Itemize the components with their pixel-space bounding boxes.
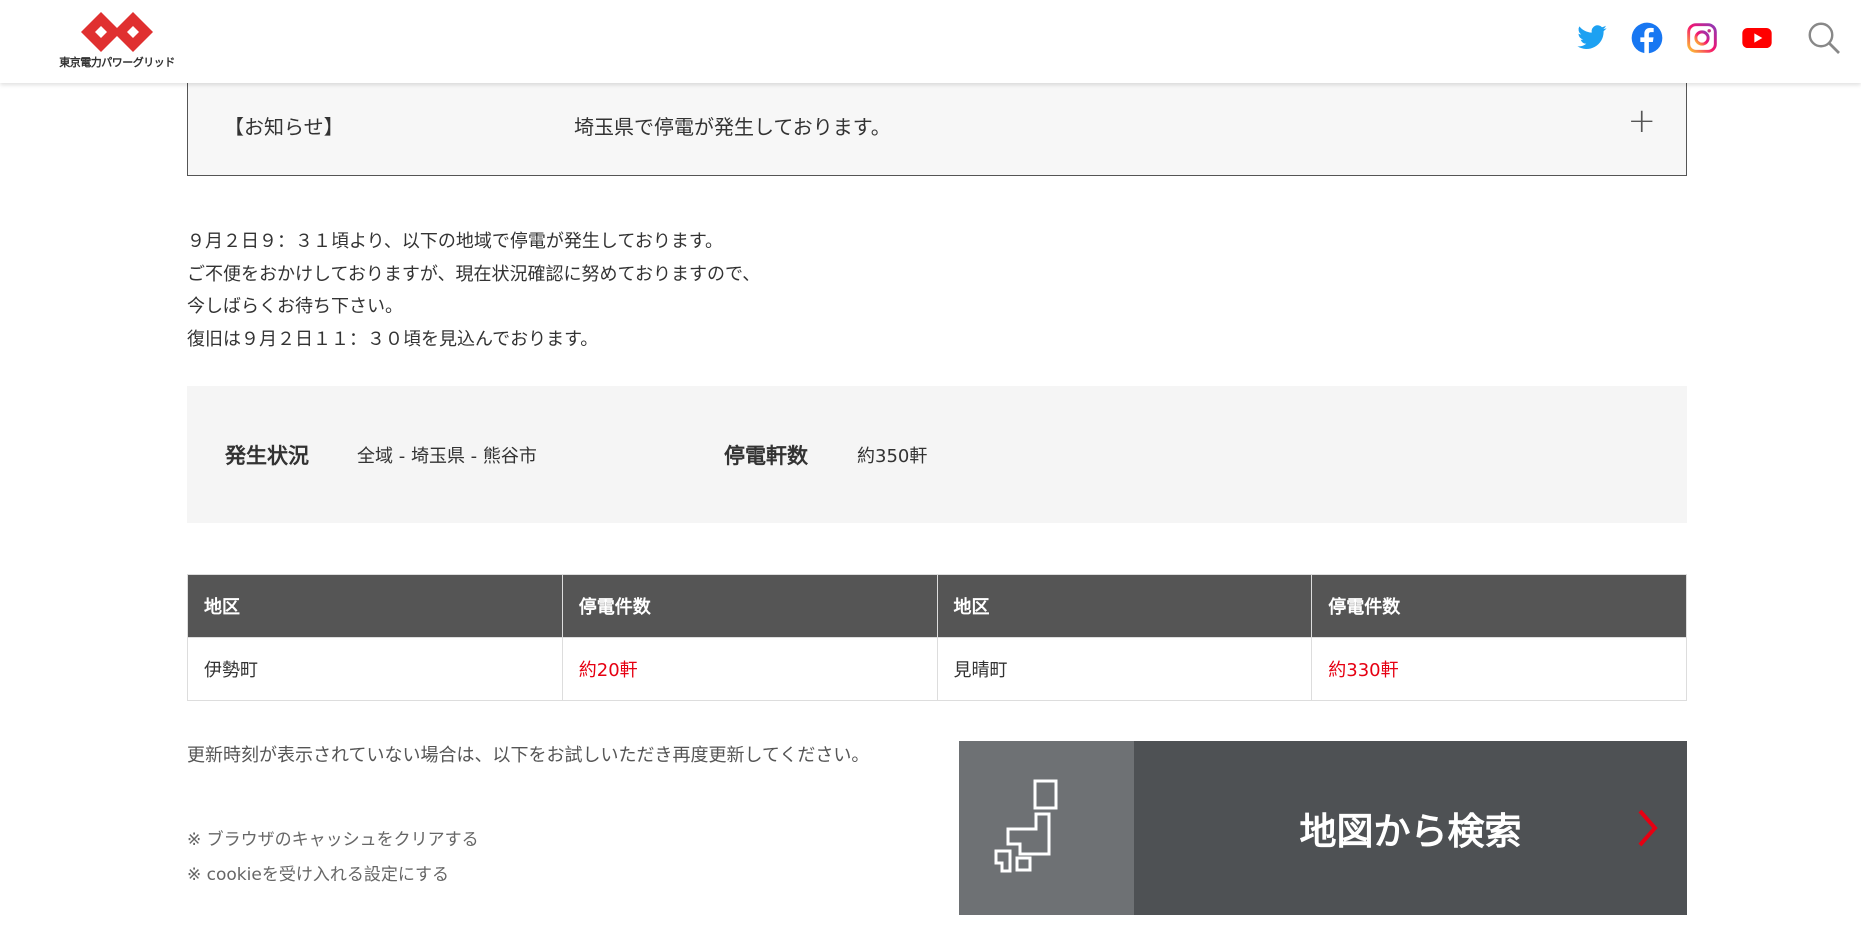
facebook-icon[interactable]: [1631, 22, 1663, 54]
site-header: 東京電力パワーグリッド: [0, 0, 1861, 83]
message-line: 今しばらくお待ち下さい。: [187, 296, 403, 317]
column-header: 地区: [187, 574, 563, 638]
count-cell: 約330軒: [1311, 637, 1687, 701]
logo[interactable]: 東京電力パワーグリッド: [52, 10, 182, 72]
column-header: 停電件数: [561, 574, 938, 638]
outage-count-label: 停電軒数: [724, 444, 808, 468]
map-search-label: 地図から検索: [1299, 810, 1522, 853]
occurrence-value: 全域 - 埼玉県 - 熊谷市: [357, 446, 537, 467]
notice-label: 【お知らせ】: [224, 115, 344, 139]
logo-text: 東京電力パワーグリッド: [59, 56, 175, 69]
occurrence-label: 発生状況: [225, 444, 309, 468]
column-header: 停電件数: [1311, 574, 1687, 638]
japan-map-icon: [959, 741, 1134, 915]
table-row: 伊勢町 約20軒 見晴町 約330軒: [187, 637, 1687, 701]
message-line: 復旧は９月２日１１：３０頃を見込んでおります。: [187, 328, 599, 350]
twitter-icon[interactable]: [1576, 22, 1608, 54]
area-cell: 伊勢町: [187, 637, 563, 701]
count-cell: 約20軒: [561, 637, 938, 701]
notice-title: 埼玉県で停電が発生しております。: [574, 115, 891, 139]
table-header-row: 地区 停電件数 地区 停電件数: [187, 574, 1687, 638]
cookie-settings-link[interactable]: ※ cookieを受け入れる設定にする: [187, 860, 449, 885]
outage-table: 地区 停電件数 地区 停電件数 伊勢町 約20軒 見晴町 約330軒: [187, 574, 1687, 701]
column-header: 地区: [936, 574, 1313, 638]
message-line: ご不便をおかけしておりますが、現在状況確認に努めておりますので、: [187, 263, 761, 285]
search-icon[interactable]: [1806, 20, 1842, 56]
outage-message: ９月２日９：３１頃より、以下の地域で停電が発生しております。 ご不便をおかけして…: [187, 226, 760, 356]
youtube-icon[interactable]: [1741, 22, 1773, 54]
instagram-icon[interactable]: [1686, 22, 1718, 54]
status-panel: 発生状況 全域 - 埼玉県 - 熊谷市 停電軒数 約350軒: [187, 386, 1687, 523]
clear-cache-link[interactable]: ※ ブラウザのキャッシュをクリアする: [187, 825, 479, 850]
notice-accordion[interactable]: 【お知らせ】 埼玉県で停電が発生しております。 +: [187, 83, 1687, 176]
expand-icon[interactable]: +: [1628, 101, 1657, 141]
message-line: ９月２日９：３１頃より、以下の地域で停電が発生しております。: [187, 231, 724, 252]
map-search-button[interactable]: 地図から検索: [959, 741, 1687, 915]
outage-count-value: 約350軒: [857, 446, 928, 467]
chevron-right-icon: [1638, 809, 1658, 847]
logo-mark-icon: [81, 12, 153, 52]
area-cell: 見晴町: [936, 637, 1313, 701]
refresh-help-text: 更新時刻が表示されていない場合は、以下をお試しいただき再度更新してください。: [187, 745, 870, 766]
